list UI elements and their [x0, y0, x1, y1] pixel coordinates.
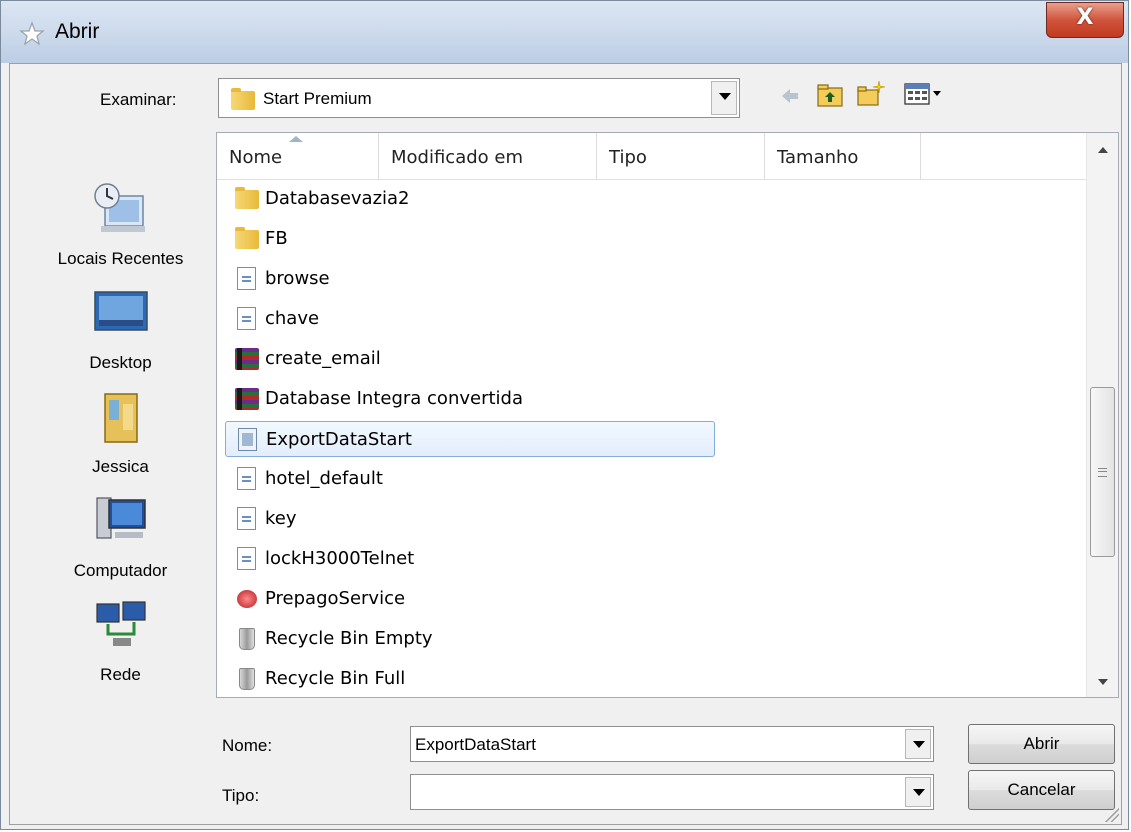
up-folder-icon[interactable]	[816, 82, 844, 108]
new-folder-icon[interactable]	[856, 80, 886, 108]
place-label: Locais Recentes	[57, 249, 184, 268]
places-bar: Locais Recentes Desktop Jessica Computad…	[32, 182, 209, 772]
column-modified[interactable]: Modificado em	[379, 133, 597, 179]
export-file-icon	[236, 428, 260, 452]
computer-icon	[95, 497, 146, 539]
close-button[interactable]: X	[1046, 2, 1124, 38]
look-in-combo[interactable]: Start Premium	[218, 78, 740, 118]
file-name-value[interactable]: ExportDataStart	[415, 735, 536, 755]
document-icon	[235, 467, 259, 491]
file-type-label: Tipo:	[222, 786, 260, 805]
view-menu-icon[interactable]	[904, 82, 944, 106]
archive-icon	[235, 347, 259, 371]
file-name-label: Nome:	[222, 736, 273, 755]
dialog-title: Abrir	[55, 20, 100, 43]
vertical-scrollbar[interactable]	[1086, 133, 1118, 697]
place-label: Desktop	[89, 353, 152, 372]
back-arrow-icon[interactable]	[778, 84, 802, 108]
open-button[interactable]: Abrir	[968, 724, 1115, 764]
archive-icon	[235, 387, 259, 411]
file-row[interactable]: key	[225, 501, 715, 537]
file-row[interactable]: browse	[225, 261, 715, 297]
file-name-combo[interactable]: ExportDataStart	[410, 726, 934, 762]
file-row[interactable]: chave	[225, 301, 715, 337]
file-row-selected[interactable]: ExportDataStart	[225, 421, 715, 457]
column-headers: Nome Modificado em Tipo Tamanho	[217, 133, 1087, 180]
file-list[interactable]: Nome Modificado em Tipo Tamanho Database…	[216, 132, 1119, 698]
column-type[interactable]: Tipo	[597, 133, 765, 179]
file-row[interactable]: Recycle Bin Empty	[225, 621, 715, 657]
recycle-bin-empty-icon	[235, 627, 259, 651]
close-icon: X	[1076, 5, 1094, 30]
file-row[interactable]: hotel_default	[225, 461, 715, 497]
chevron-down-icon[interactable]	[711, 81, 737, 115]
chevron-down-icon[interactable]	[905, 777, 931, 807]
network-icon	[95, 601, 146, 646]
service-icon	[235, 587, 259, 611]
file-row[interactable]: Databasevazia2	[225, 181, 715, 217]
document-icon	[235, 507, 259, 531]
file-row[interactable]: create_email	[225, 341, 715, 377]
file-row[interactable]: FB	[225, 221, 715, 257]
folder-icon	[235, 227, 259, 251]
column-name[interactable]: Nome	[217, 133, 379, 179]
look-in-label: Examinar:	[100, 90, 177, 109]
file-type-combo[interactable]	[410, 774, 934, 810]
scroll-up-icon[interactable]	[1098, 147, 1108, 153]
dialog-body: Examinar: Start Premium Locais Recentes …	[9, 63, 1122, 825]
desktop-icon	[93, 291, 148, 331]
cancel-button[interactable]: Cancelar	[968, 770, 1115, 810]
place-recent[interactable]: Locais Recentes	[32, 182, 209, 269]
title-bar[interactable]: Abrir X	[1, 1, 1128, 63]
column-size[interactable]: Tamanho	[765, 133, 921, 179]
look-in-value: Start Premium	[263, 89, 372, 108]
file-row[interactable]: PrepagoService	[225, 581, 715, 617]
document-icon	[235, 307, 259, 331]
place-user[interactable]: Jessica	[32, 390, 209, 477]
scroll-thumb[interactable]	[1090, 387, 1115, 557]
open-file-dialog: Abrir X Examinar: Start Premium Locais R…	[0, 0, 1129, 830]
scroll-down-icon[interactable]	[1098, 679, 1108, 685]
recent-places-icon	[93, 183, 145, 232]
star-icon	[19, 21, 45, 46]
place-computer[interactable]: Computador	[32, 494, 209, 581]
file-row[interactable]: lockH3000Telnet	[225, 541, 715, 577]
recycle-bin-full-icon	[235, 667, 259, 691]
sort-ascending-icon	[289, 136, 303, 142]
place-label: Rede	[100, 665, 141, 684]
chevron-down-icon[interactable]	[905, 729, 931, 759]
folder-icon	[235, 187, 259, 211]
place-network[interactable]: Rede	[32, 598, 209, 685]
place-desktop[interactable]: Desktop	[32, 286, 209, 373]
folder-icon	[231, 87, 255, 110]
place-label: Jessica	[92, 457, 149, 476]
document-icon	[235, 267, 259, 291]
file-row[interactable]: Database Integra convertida	[225, 381, 715, 417]
document-icon	[235, 547, 259, 571]
resize-grip[interactable]	[1101, 804, 1119, 822]
user-folder-icon	[103, 393, 138, 443]
place-label: Computador	[73, 561, 168, 580]
file-row[interactable]: Recycle Bin Full	[225, 661, 715, 697]
